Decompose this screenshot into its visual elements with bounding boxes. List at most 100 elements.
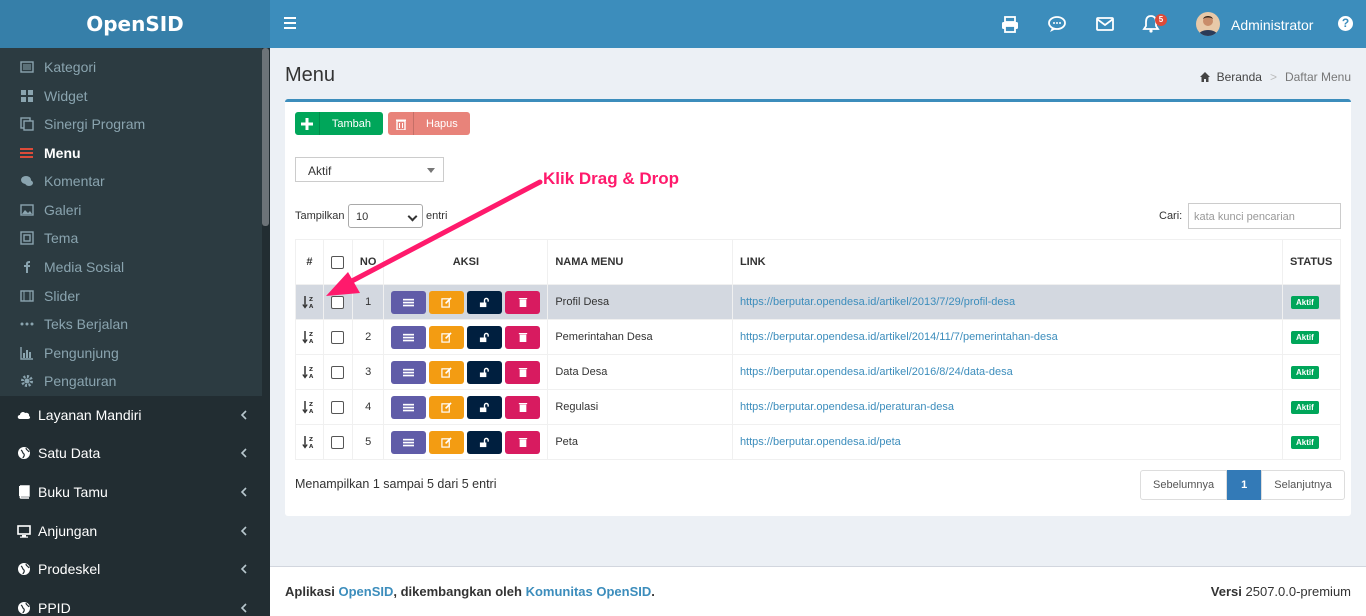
envelope-icon[interactable]: [1095, 14, 1115, 34]
sidebar-toggle-icon[interactable]: [284, 16, 298, 30]
row-actions: [383, 354, 549, 390]
sort-drag-icon[interactable]: ZA: [302, 435, 316, 449]
breadcrumb: Beranda > Daftar Menu: [1199, 70, 1351, 84]
row-checkbox[interactable]: [331, 435, 345, 449]
lock-button[interactable]: [467, 325, 503, 349]
sidebar-item-slider[interactable]: Slider: [0, 282, 262, 310]
delete-row-button[interactable]: [505, 430, 541, 454]
sidebar-item-pengaturan[interactable]: Pengaturan: [0, 367, 262, 395]
footer-middle: , dikembangkan oleh: [393, 584, 526, 599]
drag-handle-cell[interactable]: ZA: [295, 424, 324, 460]
next-page-button[interactable]: Selanjutnya: [1261, 470, 1345, 500]
menu-link[interactable]: https://berputar.opendesa.id/peta: [740, 436, 901, 448]
delete-row-button[interactable]: [505, 395, 541, 419]
delete-row-button[interactable]: [505, 325, 541, 349]
row-checkbox-cell: [322, 389, 353, 425]
sidebar-item-anjungan[interactable]: Anjungan: [0, 512, 262, 550]
sort-drag-icon[interactable]: ZA: [302, 295, 316, 309]
help-icon[interactable]: ?: [1338, 16, 1353, 31]
row-checkbox[interactable]: [331, 400, 345, 414]
drag-handle-cell[interactable]: ZA: [295, 389, 324, 425]
menu-button[interactable]: [391, 290, 427, 314]
sidebar-item-ppid[interactable]: PPID: [0, 589, 262, 616]
page-1-button[interactable]: 1: [1227, 470, 1262, 500]
sort-drag-icon[interactable]: ZA: [302, 330, 316, 344]
app-logo[interactable]: OpenSID: [0, 0, 270, 48]
lock-button[interactable]: [467, 430, 503, 454]
table-row[interactable]: Z A 5 Peta https://berputar.opendesa.id/peta…: [295, 424, 1342, 460]
status-filter-select[interactable]: Aktif: [295, 157, 444, 182]
menu-link[interactable]: https://berputar.opendesa.id/peraturan-d…: [740, 401, 954, 413]
footer-credits: Aplikasi OpenSID, dikembangkan oleh Komu…: [285, 584, 655, 599]
row-checkbox[interactable]: [331, 295, 345, 309]
table-row[interactable]: Z A 4 Regulasi https://berputar.opendesa.id/…: [295, 389, 1342, 425]
table-row[interactable]: Z A 1 Profil Desa https://berputar.opendesa.…: [295, 284, 1342, 320]
sidebar-item-widget[interactable]: Widget: [0, 82, 262, 110]
add-button[interactable]: Tambah: [295, 112, 383, 135]
avatar[interactable]: [1196, 12, 1220, 36]
menu-link[interactable]: https://berputar.opendesa.id/artikel/201…: [740, 331, 1058, 343]
row-checkbox[interactable]: [331, 365, 345, 379]
page-length-select[interactable]: 10: [348, 204, 423, 228]
menu-link[interactable]: https://berputar.opendesa.id/artikel/201…: [740, 296, 1015, 308]
delete-row-button[interactable]: [505, 290, 541, 314]
user-name[interactable]: Administrator: [1231, 17, 1313, 33]
opensid-link[interactable]: OpenSID: [338, 584, 393, 599]
sidebar-scrollbar[interactable]: [262, 48, 269, 226]
sidebar-item-galeri[interactable]: Galeri: [0, 196, 262, 224]
menu-button[interactable]: [391, 395, 427, 419]
community-link[interactable]: Komunitas OpenSID: [526, 584, 652, 599]
delete-button[interactable]: Hapus: [388, 112, 470, 135]
breadcrumb-home-link[interactable]: Beranda: [1217, 70, 1262, 84]
edit-button[interactable]: [429, 360, 465, 384]
table-header-row: # NO AKSI NAMA MENU LINK STATUS: [295, 239, 1342, 285]
table-row[interactable]: Z A 2 Pemerintahan Desa https://berputar.ope…: [295, 319, 1342, 355]
sort-drag-icon[interactable]: ZA: [302, 400, 316, 414]
sidebar-item-komentar[interactable]: Komentar: [0, 167, 262, 195]
sort-drag-icon[interactable]: ZA: [302, 365, 316, 379]
sidebar-item-pengunjung[interactable]: Pengunjung: [0, 339, 262, 367]
edit-button[interactable]: [429, 325, 465, 349]
desktop-icon: [17, 525, 31, 538]
column-header-name[interactable]: NAMA MENU: [547, 239, 733, 285]
menu-button[interactable]: [391, 430, 427, 454]
sidebar-item-layanan-mandiri[interactable]: Layanan Mandiri: [0, 396, 262, 434]
column-header-no[interactable]: NO: [351, 239, 385, 285]
sidebar-item-media-sosial[interactable]: Media Sosial: [0, 253, 262, 281]
select-all-checkbox[interactable]: [331, 255, 345, 269]
sidebar-item-menu[interactable]: Menu: [0, 139, 262, 167]
edit-button[interactable]: [429, 395, 465, 419]
delete-row-button[interactable]: [505, 360, 541, 384]
sidebar-item-teks-berjalan[interactable]: Teks Berjalan: [0, 310, 262, 338]
drag-handle-cell[interactable]: ZA: [295, 284, 324, 320]
drag-handle-cell[interactable]: ZA: [295, 319, 324, 355]
column-header-link[interactable]: LINK: [731, 239, 1283, 285]
sidebar-item-satu-data[interactable]: Satu Data: [0, 434, 262, 472]
row-number: 3: [351, 354, 385, 390]
home-icon: [1199, 72, 1210, 82]
lock-button[interactable]: [467, 360, 503, 384]
comments-icon[interactable]: [1047, 14, 1067, 34]
menu-button[interactable]: [391, 360, 427, 384]
sidebar-item-tema[interactable]: Tema: [0, 224, 262, 252]
table-row[interactable]: Z A 3 Data Desa https://berputar.opendesa.id…: [295, 354, 1342, 390]
ellipsis-icon: [20, 322, 34, 326]
lock-button[interactable]: [467, 395, 503, 419]
sidebar-item-kategori[interactable]: Kategori: [0, 53, 262, 81]
menu-link[interactable]: https://berputar.opendesa.id/artikel/201…: [740, 366, 1013, 378]
sidebar-item-label: Pengaturan: [44, 373, 117, 389]
column-header-status[interactable]: STATUS: [1281, 239, 1342, 285]
sidebar-item-buku-tamu[interactable]: Buku Tamu: [0, 473, 262, 511]
drag-handle-cell[interactable]: ZA: [295, 354, 324, 390]
search-input[interactable]: kata kunci pencarian: [1188, 203, 1341, 229]
edit-button[interactable]: [429, 290, 465, 314]
row-checkbox[interactable]: [331, 330, 345, 344]
printer-icon[interactable]: [1000, 14, 1020, 34]
sidebar-item-sinergi-program[interactable]: Sinergi Program: [0, 110, 262, 138]
menu-button[interactable]: [391, 325, 427, 349]
prev-page-button[interactable]: Sebelumnya: [1140, 470, 1228, 500]
lock-button[interactable]: [467, 290, 503, 314]
status-badge: Aktif: [1290, 435, 1319, 449]
edit-button[interactable]: [429, 430, 465, 454]
sidebar-item-prodeskel[interactable]: Prodeskel: [0, 550, 262, 588]
